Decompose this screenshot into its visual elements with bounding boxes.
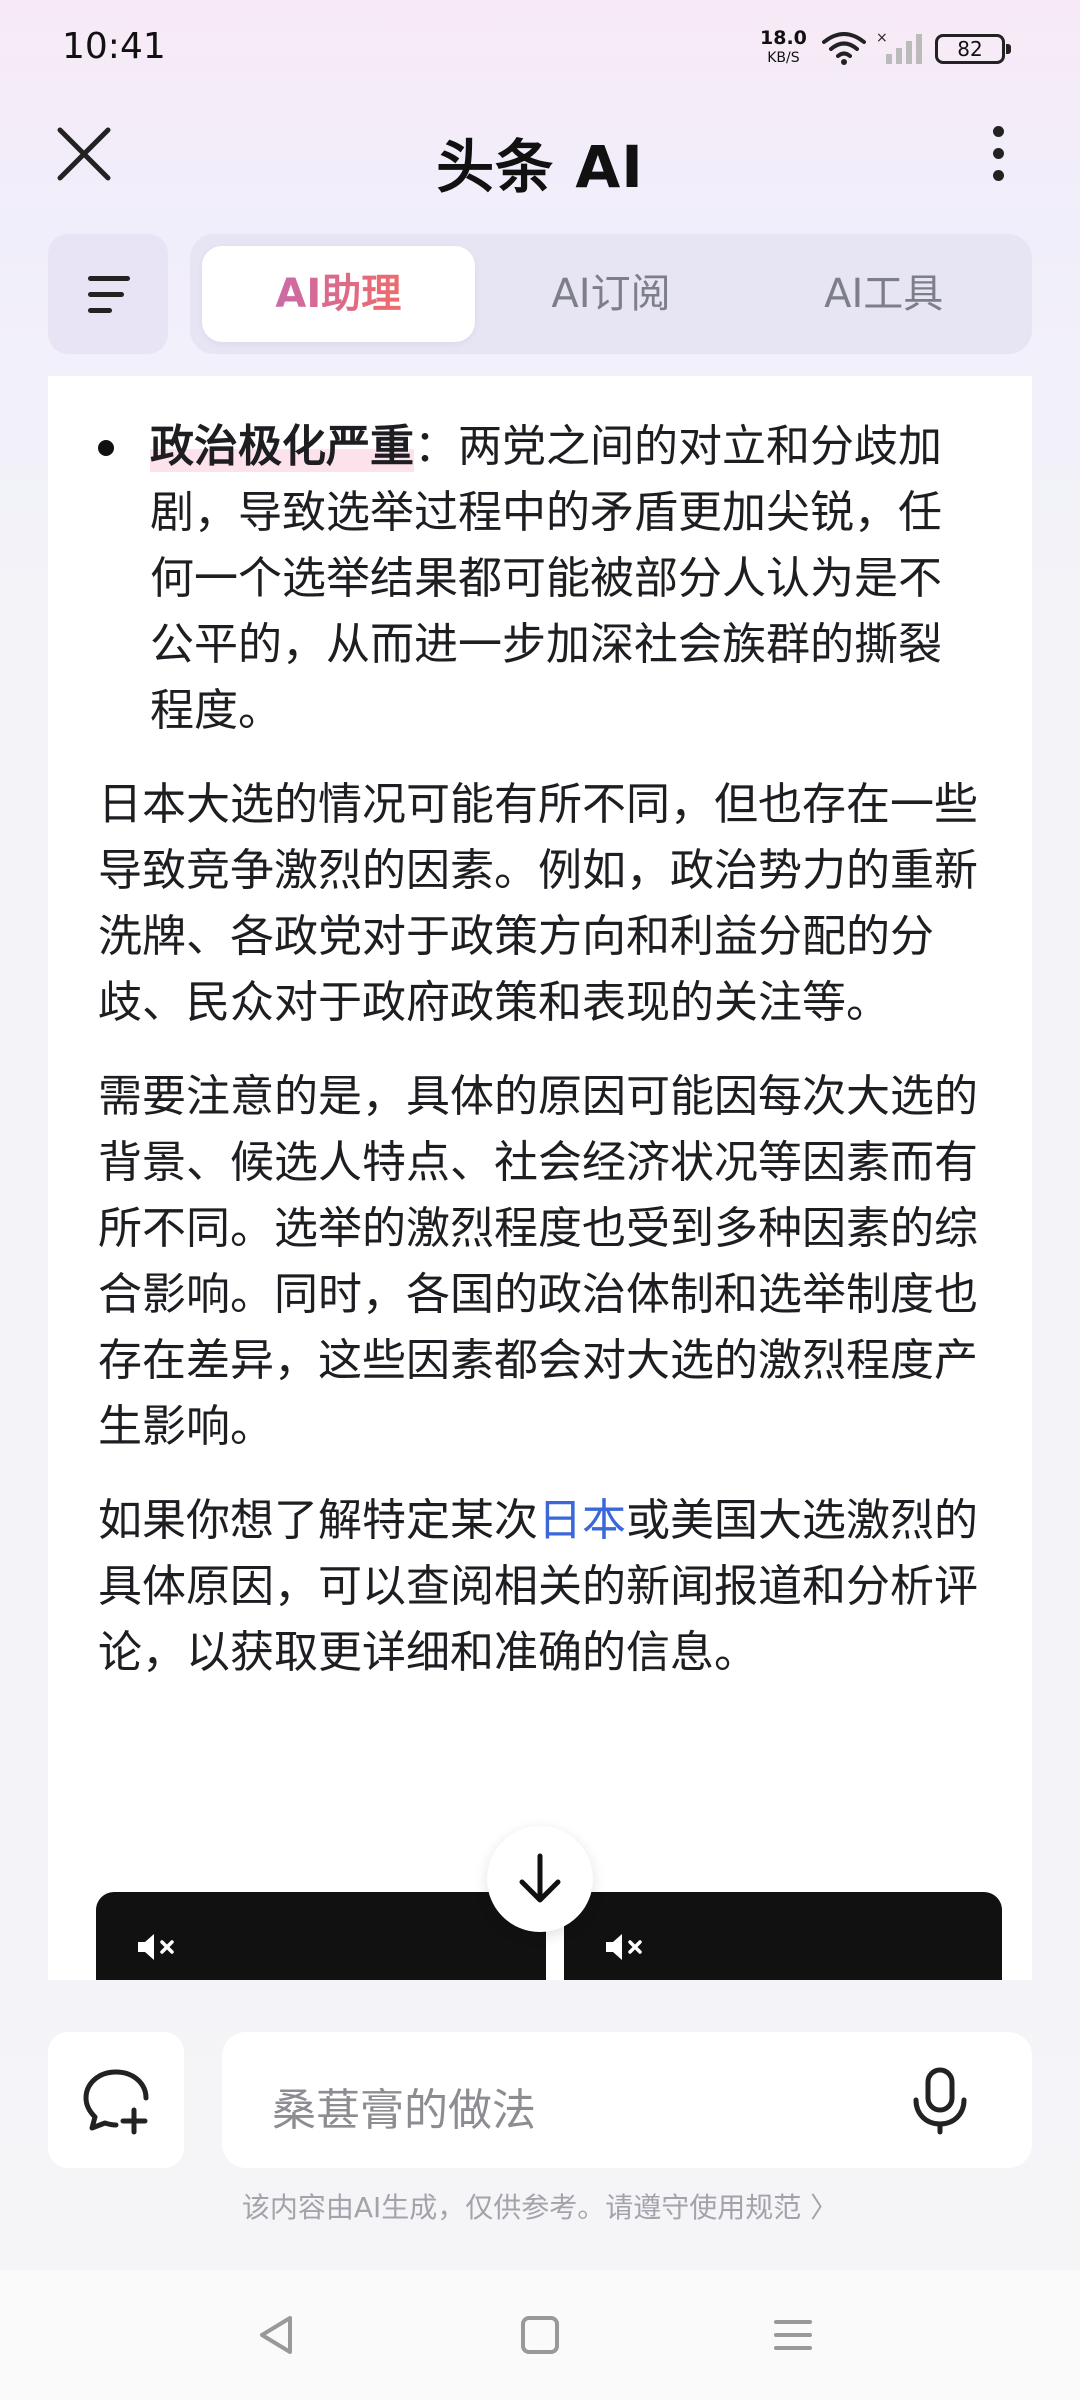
status-bar: 10:41 18.0 KB/S × 82 xyxy=(0,0,1080,100)
mute-icon[interactable] xyxy=(604,1932,648,1962)
tab-ai-tools[interactable]: AI工具 xyxy=(747,246,1020,342)
tab-ai-assistant[interactable]: AI助理 xyxy=(202,246,475,342)
paragraph: 需要注意的是，具体的原因可能因每次大选的背景、候选人特点、社会经济状况等因素而有… xyxy=(98,1071,978,1452)
home-icon[interactable] xyxy=(515,2310,565,2360)
network-speed-unit: KB/S xyxy=(767,50,800,66)
new-chat-button[interactable] xyxy=(48,2032,184,2168)
wifi-icon xyxy=(822,32,866,65)
chat-response-card: 政治极化严重：两党之间的对立和分歧加剧，导致选举过程中的矛盾更加尖锐，任何一个选… xyxy=(48,376,1032,1980)
menu-button[interactable] xyxy=(48,234,168,354)
response-text: 政治极化严重：两党之间的对立和分歧加剧，导致选举过程中的矛盾更加尖锐，任何一个选… xyxy=(98,414,978,1714)
scroll-down-button[interactable] xyxy=(487,1826,593,1932)
header: 头条 AI xyxy=(0,100,1080,210)
back-icon[interactable] xyxy=(252,2310,302,2360)
list-item: 政治极化严重：两党之间的对立和分歧加剧，导致选举过程中的矛盾更加尖锐，任何一个选… xyxy=(98,414,978,744)
network-speed-value: 18.0 xyxy=(760,27,807,49)
page-title: 头条 AI xyxy=(436,133,644,201)
signal-icon: × xyxy=(876,30,922,64)
recent-apps-icon[interactable] xyxy=(768,2310,818,2360)
svg-text:×: × xyxy=(876,30,888,46)
battery-icon: 82 xyxy=(935,34,1011,64)
arrow-down-icon xyxy=(519,1853,561,1903)
video-thumbnail[interactable] xyxy=(96,1892,546,1980)
tab-bar: AI助理 AI订阅 AI工具 xyxy=(190,234,1032,354)
paragraph: 日本大选的情况可能有所不同，但也存在一些导致竞争激烈的因素。例如，政治势力的重新… xyxy=(98,779,978,1028)
mute-icon[interactable] xyxy=(136,1932,180,1962)
network-speed: 18.0 KB/S xyxy=(760,28,807,68)
link-japan[interactable]: 日本 xyxy=(538,1495,626,1546)
tab-ai-subscribe[interactable]: AI订阅 xyxy=(475,246,748,342)
paragraph: 如果你想了解特定某次日本或美国大选激烈的具体原因，可以查阅相关的新闻报道和分析评… xyxy=(98,1495,978,1678)
system-nav-bar xyxy=(0,2270,1080,2400)
video-thumbnail[interactable] xyxy=(564,1892,1002,1980)
menu-icon xyxy=(88,276,130,281)
status-time: 10:41 xyxy=(62,26,166,67)
microphone-icon[interactable] xyxy=(902,2062,978,2138)
bullet-icon xyxy=(98,440,114,456)
chat-input-placeholder: 桑葚膏的做法 xyxy=(272,2085,536,2136)
bullet-heading: 政治极化严重 xyxy=(150,421,414,472)
ai-disclaimer[interactable]: 该内容由AI生成，仅供参考。请遵守使用规范 〉 xyxy=(0,2186,1080,2226)
more-vertical-icon[interactable] xyxy=(980,120,1016,186)
chat-input[interactable]: 桑葚膏的做法 xyxy=(222,2032,1032,2168)
new-chat-icon xyxy=(83,2069,149,2135)
